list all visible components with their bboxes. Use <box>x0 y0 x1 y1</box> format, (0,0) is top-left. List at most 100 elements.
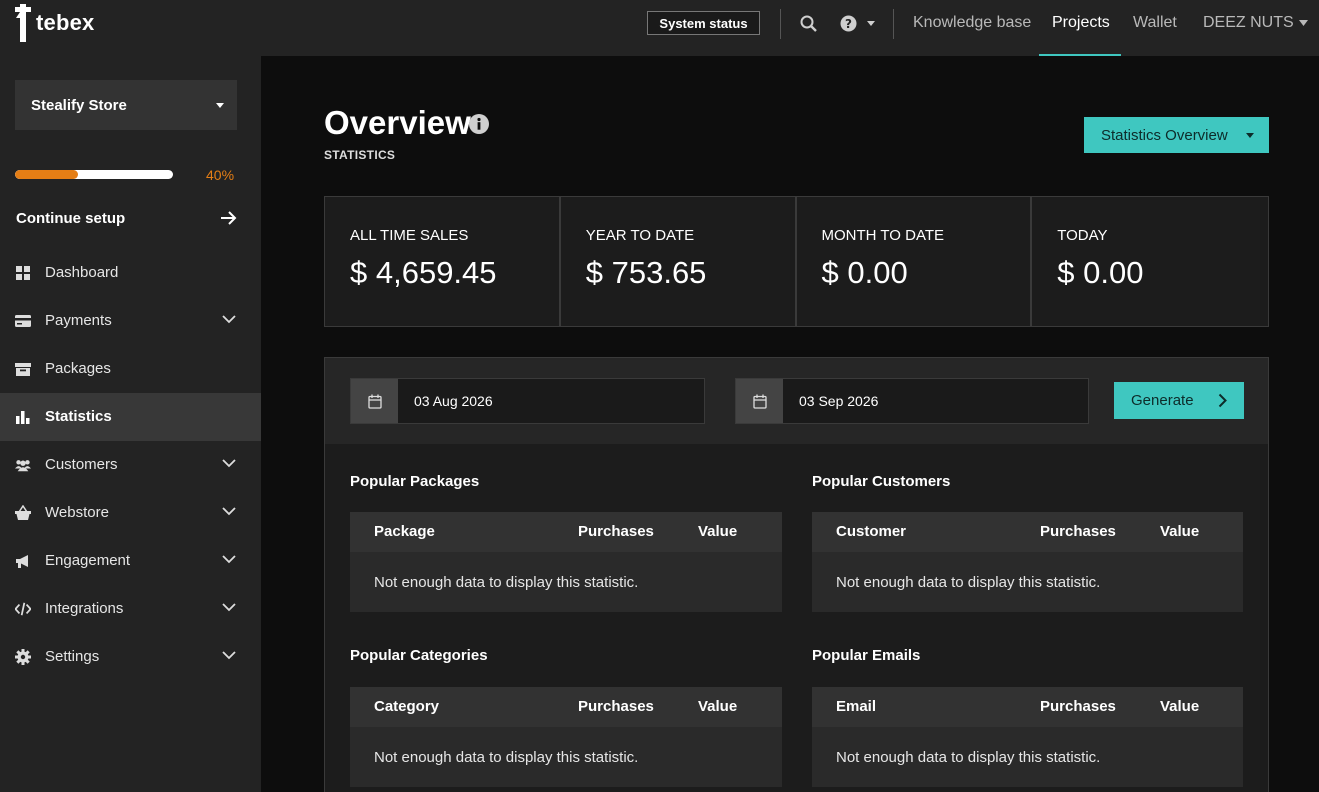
popular-packages-title: Popular Packages <box>350 473 480 490</box>
sidebar-item-label: Statistics <box>45 408 112 425</box>
column-header[interactable]: Value <box>1160 523 1199 540</box>
generate-button[interactable]: Generate <box>1114 382 1244 419</box>
card-label: TODAY <box>1057 227 1108 244</box>
column-header[interactable]: Purchases <box>1040 523 1116 540</box>
help-icon[interactable]: ? <box>840 15 876 32</box>
date-range-bar: 03 Aug 2026 03 Sep 2026 Generate <box>325 358 1268 444</box>
sidebar-item-label: Customers <box>45 456 118 473</box>
card-month-to-date: MONTH TO DATE $ 0.00 <box>797 197 1033 326</box>
table-row: Not enough data to display this statisti… <box>812 552 1243 612</box>
divider <box>780 9 781 39</box>
basket-icon <box>15 505 31 520</box>
tebex-logo[interactable]: tebex <box>14 4 94 42</box>
sidebar-item-settings[interactable]: Settings <box>0 633 261 681</box>
sidebar-item-label: Webstore <box>45 504 109 521</box>
date-from-group: 03 Aug 2026 <box>350 378 705 424</box>
chevron-down-icon <box>222 555 236 564</box>
generate-label: Generate <box>1131 392 1194 409</box>
system-status-button[interactable]: System status <box>647 11 760 35</box>
chevron-down-icon <box>222 507 236 516</box>
column-header[interactable]: Email <box>836 698 876 715</box>
table-header: Category Purchases Value <box>350 687 782 727</box>
table-header: Email Purchases Value <box>812 687 1243 727</box>
date-to-input[interactable]: 03 Sep 2026 <box>783 379 1088 423</box>
card-label: YEAR TO DATE <box>585 227 695 244</box>
setup-progress-fill <box>15 170 79 179</box>
user-menu[interactable]: DEEZ NUTS <box>1203 14 1294 32</box>
calendar-icon-button[interactable] <box>351 379 398 423</box>
column-header[interactable]: Purchases <box>1040 698 1116 715</box>
sidebar-item-label: Settings <box>45 648 100 665</box>
sidebar-item-payments[interactable]: Payments <box>0 297 261 345</box>
setup-progress-bar <box>15 170 173 179</box>
sidebar-item-statistics[interactable]: Statistics <box>0 393 261 441</box>
page-subtitle: STATISTICS <box>324 148 396 162</box>
column-header[interactable]: Value <box>698 698 737 715</box>
statistics-overview-dropdown[interactable]: Statistics Overview <box>1084 117 1269 153</box>
box-icon <box>15 363 31 376</box>
sidebar-item-engagement[interactable]: Engagement <box>0 537 261 585</box>
empty-message: Not enough data to display this statisti… <box>374 574 639 591</box>
column-header[interactable]: Package <box>374 523 435 540</box>
column-header[interactable]: Customer <box>836 523 906 540</box>
popular-customers-table: Customer Purchases Value Not enough data… <box>812 512 1243 612</box>
search-icon[interactable] <box>800 15 817 32</box>
card-label: MONTH TO DATE <box>821 227 945 244</box>
sidebar-item-label: Engagement <box>45 552 131 569</box>
bar-chart-icon <box>16 411 30 424</box>
chevron-right-icon <box>1218 393 1227 408</box>
store-name: Stealify Store <box>31 96 127 114</box>
sidebar-item-packages[interactable]: Packages <box>0 345 261 393</box>
table-header: Package Purchases Value <box>350 512 782 552</box>
calendar-icon <box>367 394 382 409</box>
table-row: Not enough data to display this statisti… <box>350 727 782 787</box>
popular-emails-title: Popular Emails <box>812 647 921 664</box>
continue-setup-link[interactable]: Continue setup <box>16 210 125 227</box>
column-header[interactable]: Value <box>1160 698 1199 715</box>
chevron-down-icon <box>222 651 236 660</box>
calendar-icon-button[interactable] <box>736 379 783 423</box>
users-icon <box>15 460 31 472</box>
statistics-overview-label: Statistics Overview <box>1101 126 1228 144</box>
card-value: $ 753.65 <box>585 255 707 290</box>
knowledge-base-link[interactable]: Knowledge base <box>913 14 1031 32</box>
chevron-down-icon <box>222 315 236 324</box>
sidebar-item-dashboard[interactable]: Dashboard <box>0 249 261 297</box>
popular-customers-title: Popular Customers <box>812 473 951 490</box>
gear-icon <box>15 649 31 665</box>
info-icon[interactable] <box>469 114 489 134</box>
sidebar-item-label: Payments <box>45 312 112 329</box>
date-to-group: 03 Sep 2026 <box>735 378 1089 424</box>
divider <box>893 9 894 39</box>
caret-down-icon <box>1246 133 1254 138</box>
empty-message: Not enough data to display this statisti… <box>836 574 1101 591</box>
sidebar-item-label: Dashboard <box>45 264 119 281</box>
arrow-right-icon[interactable] <box>220 210 237 226</box>
megaphone-icon <box>16 555 28 568</box>
empty-message: Not enough data to display this statisti… <box>836 749 1101 766</box>
sidebar-item-webstore[interactable]: Webstore <box>0 489 261 537</box>
card-label: ALL TIME SALES <box>350 227 469 244</box>
wallet-link[interactable]: Wallet <box>1133 14 1177 32</box>
column-header[interactable]: Category <box>374 698 439 715</box>
table-header: Customer Purchases Value <box>812 512 1243 552</box>
date-from-input[interactable]: 03 Aug 2026 <box>398 379 704 423</box>
column-header[interactable]: Purchases <box>578 698 654 715</box>
statistics-panel: 03 Aug 2026 03 Sep 2026 Generate Popular… <box>324 357 1269 792</box>
chevron-down-icon <box>222 459 236 468</box>
sidebar-item-label: Integrations <box>45 600 124 617</box>
store-selector[interactable]: Stealify Store <box>15 80 237 130</box>
sidebar-item-integrations[interactable]: Integrations <box>0 585 261 633</box>
projects-active-indicator <box>1039 54 1121 56</box>
calendar-icon <box>752 394 767 409</box>
projects-link[interactable]: Projects <box>1052 14 1110 32</box>
column-header[interactable]: Value <box>698 523 737 540</box>
sales-summary-cards: ALL TIME SALES $ 4,659.45 YEAR TO DATE $… <box>324 196 1269 327</box>
column-header[interactable]: Purchases <box>578 523 654 540</box>
table-row: Not enough data to display this statisti… <box>350 552 782 612</box>
caret-down-icon[interactable] <box>1299 20 1308 26</box>
sidebar-item-customers[interactable]: Customers <box>0 441 261 489</box>
top-bar: tebex System status ? Knowledge base Pro… <box>0 0 1319 56</box>
caret-down-icon <box>216 103 224 108</box>
tebex-logo-icon <box>15 4 31 42</box>
